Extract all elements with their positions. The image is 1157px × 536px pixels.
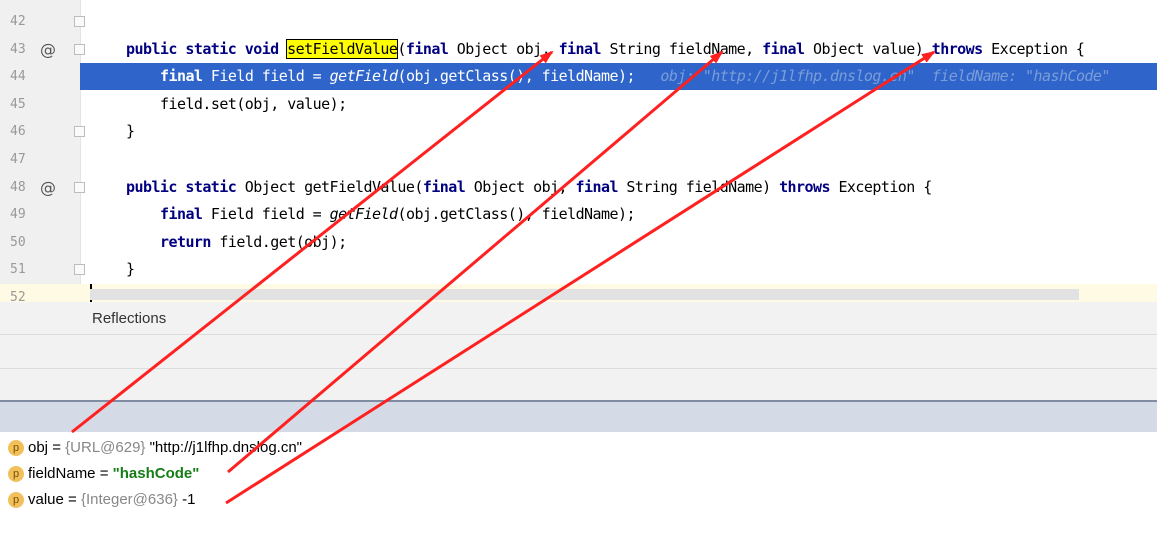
code-token: Object value) <box>813 39 932 58</box>
fold-marker-icon[interactable] <box>74 126 85 138</box>
code-token: } <box>126 122 135 141</box>
variable-type: {URL@629} <box>65 439 146 456</box>
code-editor[interactable]: 42 43 @ public static void setFieldValue(fi… <box>0 0 1157 302</box>
code-text: final Field field = getField(obj.getClas… <box>160 201 636 228</box>
variable-name: obj <box>28 439 49 456</box>
line-number: 52 <box>10 290 26 302</box>
code-token: field.get(obj); <box>219 232 347 251</box>
debug-toolbar-row-2 <box>0 369 1157 400</box>
code-token: (obj.getClass(), fieldName); <box>397 205 635 224</box>
code-token: throws <box>779 177 839 196</box>
code-token: } <box>126 260 135 279</box>
parameter-icon: p <box>8 492 24 509</box>
code-line[interactable]: 45 field.set(obj, value); <box>0 91 1157 118</box>
variables-header-bar <box>0 400 1157 432</box>
horizontal-scrollbar[interactable] <box>90 289 1079 300</box>
code-token: final <box>762 39 813 58</box>
inline-debug-value: obj: "http://j1lfhp.dnslog.cn" fieldName… <box>660 67 1110 86</box>
code-token: String fieldName, <box>609 39 763 58</box>
variable-type: {Integer@636} <box>80 491 178 508</box>
parameter-icon: p <box>8 466 24 483</box>
variable-row[interactable]: p fieldName = "hashCode" <box>8 461 199 487</box>
variable-value: "http://j1lfhp.dnslog.cn" <box>145 439 302 456</box>
code-token: String fieldName) <box>626 177 780 196</box>
debug-toolbar-row <box>0 335 1157 369</box>
fold-marker-icon[interactable] <box>74 16 85 27</box>
code-token: Object getFieldValue( <box>244 177 424 196</box>
code-line[interactable]: 44 final Field field = getField(obj.getCl… <box>10 63 1157 91</box>
code-token: Object obj, <box>456 39 559 58</box>
variable-row[interactable]: p value = {Integer@636} -1 <box>8 487 195 513</box>
fold-marker-icon[interactable] <box>74 264 85 276</box>
code-token: public static void <box>126 39 288 58</box>
code-token: Field field = <box>210 205 330 224</box>
code-token: (obj.getClass(), fieldName); <box>397 67 661 86</box>
code-token: final <box>160 67 211 86</box>
variables-panel: p obj = {URL@629} "http://j1lfhp.dnslog.c… <box>0 432 1157 536</box>
line-number: 45 <box>10 96 26 112</box>
override-marker-icon[interactable]: @ <box>40 36 56 63</box>
variable-value: -1 <box>177 491 196 508</box>
code-line[interactable]: 49 final Field field = getField(obj.getCl… <box>0 201 1157 228</box>
reflections-tab-bar[interactable]: Reflections <box>0 302 1157 335</box>
code-text: field.set(obj, value); <box>160 91 347 118</box>
line-number: 42 <box>10 14 26 29</box>
code-token: getField <box>329 67 398 86</box>
code-token: Exception { <box>838 177 932 196</box>
code-token: throws <box>931 39 992 58</box>
line-number: 50 <box>10 234 26 250</box>
line-number: 49 <box>10 207 26 223</box>
variable-row[interactable]: p obj = {URL@629} "http://j1lfhp.dnslog.c… <box>8 435 302 461</box>
code-token: field.set(obj, value); <box>160 94 347 113</box>
variable-equals: = <box>63 491 81 508</box>
fold-marker-icon[interactable] <box>74 181 85 193</box>
line-number: 51 <box>10 262 26 278</box>
code-token: final <box>558 39 610 58</box>
variable-equals: = <box>95 465 113 482</box>
variable-value: "hashCode" <box>112 465 200 482</box>
code-line[interactable]: 42 <box>0 8 1157 35</box>
code-token: Exception { <box>991 39 1085 58</box>
code-line[interactable]: 46} <box>0 118 1157 145</box>
code-text: public static void setFieldValue(final O… <box>126 36 1085 63</box>
code-token: Field field = <box>210 67 330 86</box>
code-line[interactable]: 47 <box>0 146 1157 173</box>
code-text: final Field field = getField(obj.getClas… <box>160 63 1110 90</box>
line-number: 47 <box>10 152 26 167</box>
reflections-tab-label[interactable]: Reflections <box>92 310 166 327</box>
code-text: public static Object getFieldValue(final… <box>126 174 932 201</box>
variable-name: fieldName <box>28 465 96 482</box>
code-line[interactable]: 50 return field.get(obj); <box>0 229 1157 256</box>
override-marker-icon[interactable]: @ <box>40 174 56 201</box>
code-token: public static <box>126 177 245 196</box>
line-number: 48 <box>10 179 26 195</box>
code-line[interactable]: 43 @ public static void setFieldValue(fina… <box>0 36 1157 63</box>
fold-marker-icon[interactable] <box>74 43 85 55</box>
code-token: final <box>405 39 457 58</box>
code-token: final <box>575 177 627 196</box>
highlighted-method-name: setFieldValue <box>286 38 399 59</box>
code-line[interactable]: 48 @ public static Object getFieldValue(fi… <box>0 174 1157 201</box>
parameter-icon: p <box>8 440 24 457</box>
line-number: 46 <box>10 124 26 140</box>
line-number: 44 <box>10 69 26 85</box>
code-token: getField <box>329 205 398 224</box>
variable-equals: = <box>48 439 66 456</box>
code-line[interactable]: 51} <box>0 256 1157 283</box>
code-token: ( <box>397 39 406 58</box>
code-text: } <box>126 256 135 283</box>
code-token: return <box>160 232 220 251</box>
variable-name: value <box>28 491 64 508</box>
line-number: 43 <box>10 41 26 57</box>
code-text: return field.get(obj); <box>160 229 347 256</box>
code-text: } <box>126 118 135 145</box>
code-token: final <box>160 205 211 224</box>
code-token: final <box>422 177 474 196</box>
code-token: Object obj, <box>473 177 576 196</box>
